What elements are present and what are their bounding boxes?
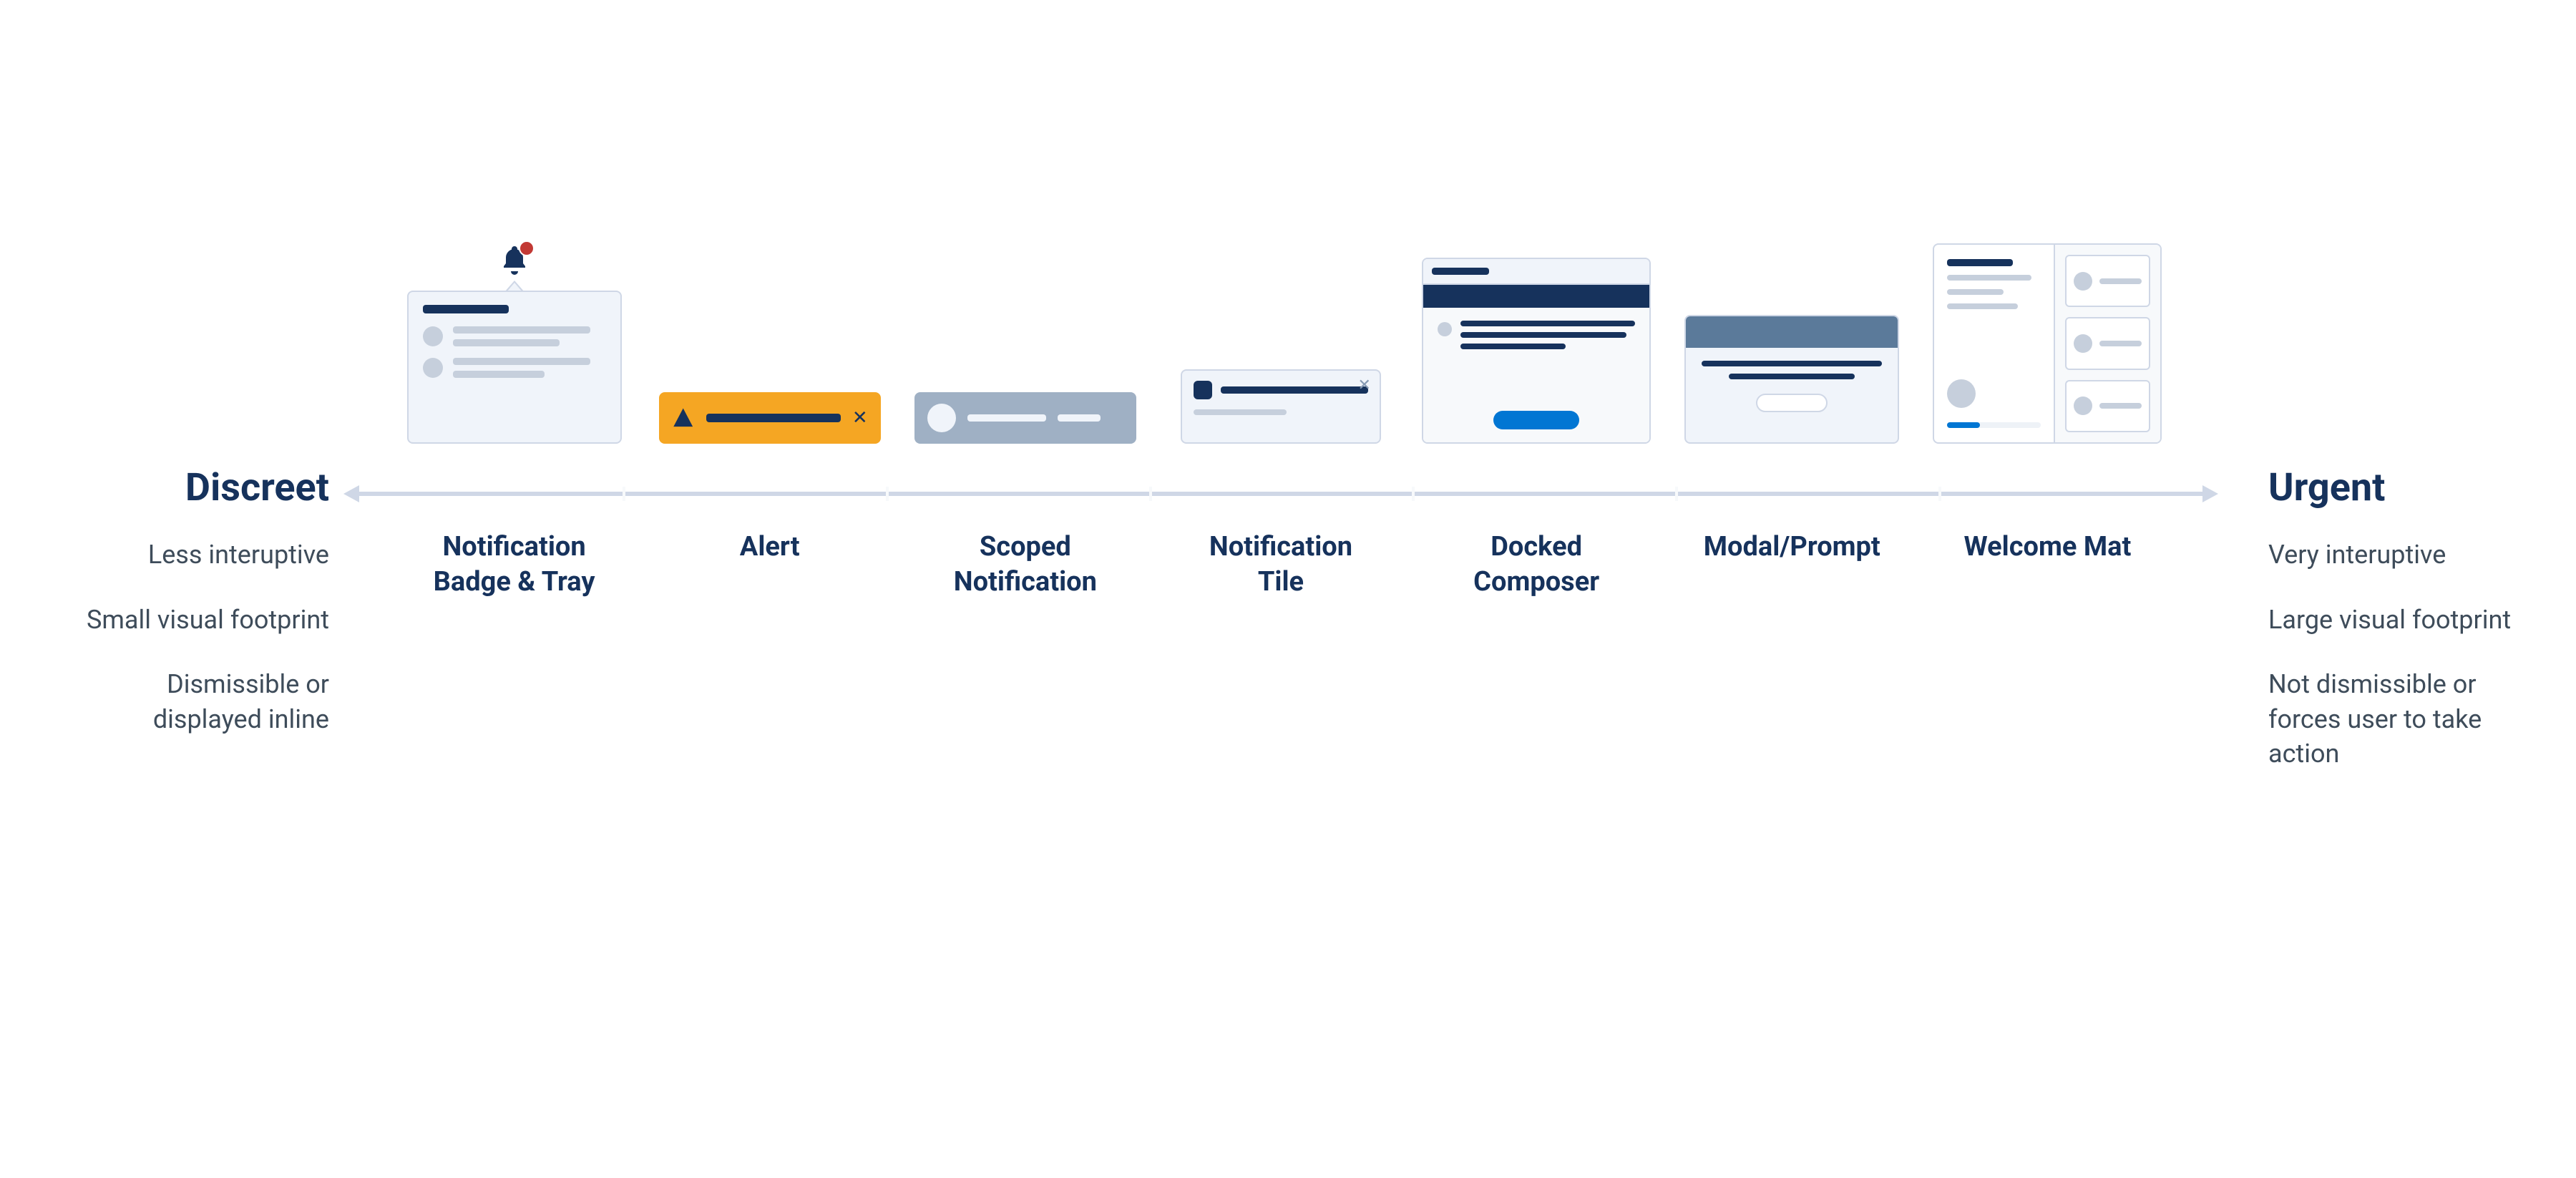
primary-button-icon: [1493, 411, 1579, 429]
avatar-icon: [1947, 379, 1976, 408]
discreet-trait-1: Less interuptive: [72, 537, 329, 573]
component-labels: Notification Badge & Tray Alert Scoped N…: [386, 530, 2175, 600]
discreet-trait-3: Dismissible or displayed inline: [72, 667, 329, 736]
spectrum-diagram: Discreet Less interuptive Small visual f…: [0, 0, 2576, 1178]
axis-arrow-left-icon: [343, 485, 359, 502]
label-alert: Alert: [642, 530, 897, 600]
pill-button-icon: [1756, 394, 1828, 412]
component-mockups: ✕ ✕: [386, 186, 2175, 472]
urgent-trait-1: Very interuptive: [2268, 537, 2526, 573]
discreet-trait-2: Small visual footprint: [72, 603, 329, 638]
notification-tray-panel: [407, 291, 622, 444]
label-notification-tile: Notification Tile: [1153, 530, 1408, 600]
close-icon: ✕: [852, 409, 868, 427]
app-icon: [1194, 381, 1212, 399]
axis-line: [359, 492, 2202, 496]
label-notification-badge-tray: Notification Badge & Tray: [386, 530, 642, 600]
mockup-welcome-mat: [1920, 186, 2175, 472]
urgent-heading: Urgent: [2268, 465, 2526, 510]
close-icon: ✕: [1358, 376, 1371, 394]
warning-triangle-icon: [672, 407, 695, 429]
bell-icon: [497, 243, 532, 278]
mockup-alert: ✕: [642, 186, 897, 472]
mockup-modal-prompt: [1664, 186, 1920, 472]
label-modal-prompt: Modal/Prompt: [1664, 530, 1920, 600]
mockup-docked-composer: [1409, 186, 1664, 472]
status-circle-icon: [927, 404, 956, 432]
mockup-notification-badge-tray: [386, 186, 642, 472]
label-welcome-mat: Welcome Mat: [1920, 530, 2175, 600]
axis-arrow-right-icon: [2202, 485, 2218, 502]
mockup-scoped-notification: [897, 186, 1153, 472]
notification-badge-dot-icon: [519, 240, 535, 256]
urgent-trait-3: Not dismissible or forces user to take a…: [2268, 667, 2526, 771]
label-scoped-notification: Scoped Notification: [897, 530, 1153, 600]
spectrum-axis: [343, 487, 2218, 501]
progress-bar-icon: [1947, 422, 2041, 428]
label-docked-composer: Docked Composer: [1409, 530, 1664, 600]
discreet-heading: Discreet: [72, 465, 329, 510]
urgent-trait-2: Large visual footprint: [2268, 603, 2526, 638]
mockup-notification-tile: ✕: [1153, 186, 1408, 472]
urgent-column: Urgent Very interuptive Large visual foo…: [2268, 465, 2526, 802]
discreet-column: Discreet Less interuptive Small visual f…: [72, 465, 329, 766]
